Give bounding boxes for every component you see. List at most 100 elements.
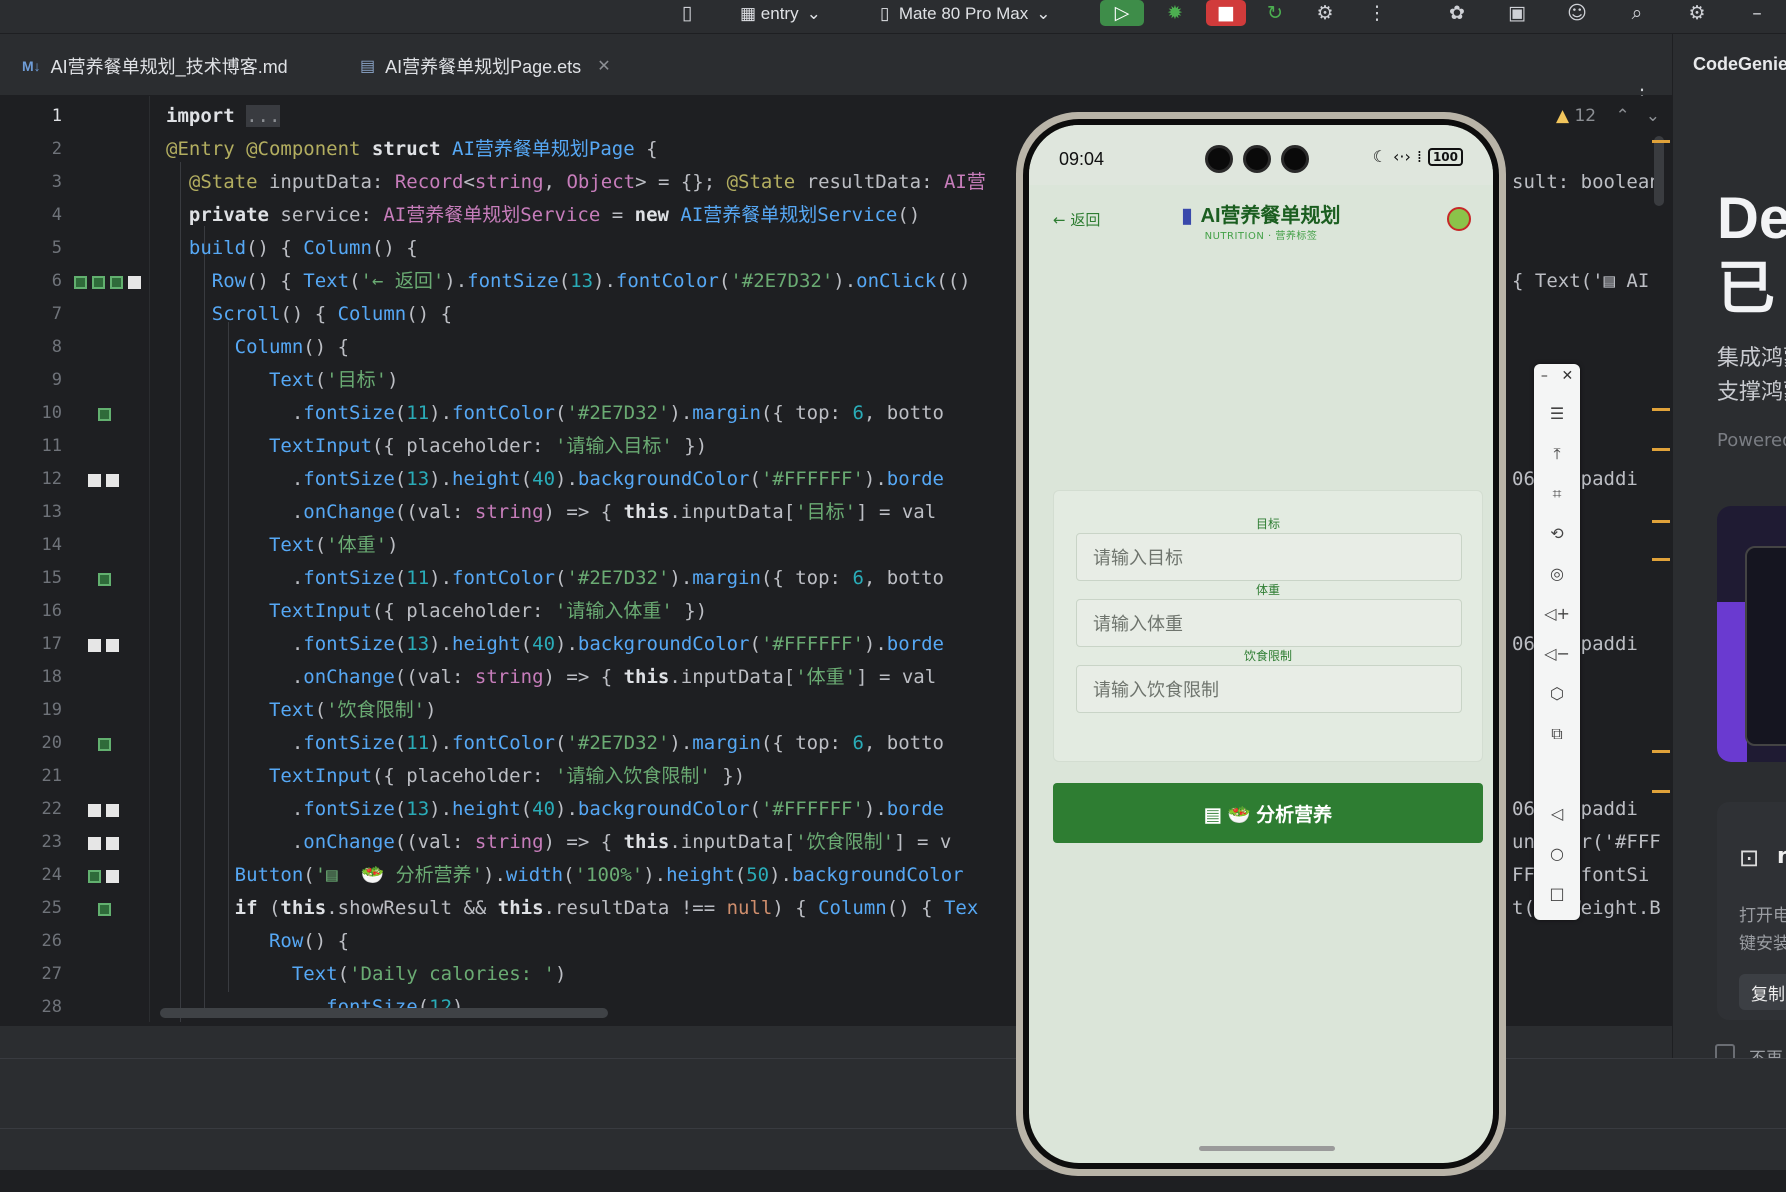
editor-tabs: M↓ AI营养餐单规划Page.ets AI营养餐单规划_技术博客.md ▤ A… — [0, 34, 1672, 130]
code-text: private service: AI营养餐单规划Service = new A… — [188, 204, 921, 226]
goal-input[interactable]: 请输入目标 — [1076, 533, 1462, 581]
line-number: 15 — [41, 568, 62, 588]
line-number: 7 — [51, 304, 62, 324]
change-marker[interactable] — [106, 837, 119, 850]
marker[interactable] — [1652, 558, 1670, 561]
change-marker[interactable] — [88, 804, 101, 817]
code-text: Row() { Text('← 返回').fontSize(13).fontCo… — [211, 270, 971, 292]
tab-page-ets[interactable]: ▤ AI营养餐单规划Page.ets ✕ — [360, 48, 611, 84]
line-number: 12 — [41, 469, 62, 489]
home-nav-icon[interactable]: ○ — [1534, 844, 1580, 863]
code-text: Text('目标') — [268, 369, 399, 391]
device-selector[interactable]: ▯ Mate 80 Pro Max ⌄ — [880, 0, 1051, 28]
shake-icon[interactable]: ⬡ — [1534, 684, 1580, 703]
change-marker[interactable] — [106, 870, 119, 883]
change-marker[interactable] — [74, 276, 87, 289]
debug-icon[interactable]: ✹ — [1158, 0, 1192, 26]
promo-image — [1717, 506, 1786, 762]
tab-blog-md[interactable]: M↓ AI营养餐单规划Page.ets AI营养餐单规划_技术博客.md — [22, 48, 288, 84]
run-icon[interactable]: ▷ — [1100, 0, 1144, 26]
minimize-icon[interactable]: – — [1740, 0, 1774, 26]
change-marker[interactable] — [106, 804, 119, 817]
code-text: Scroll() { Column() { — [211, 303, 453, 325]
powered-by: Powered — [1717, 430, 1786, 451]
line-number: 4 — [51, 205, 62, 225]
crop-icon[interactable]: ⌗ — [1534, 484, 1580, 504]
volume-down-icon[interactable]: ◁− — [1534, 644, 1580, 663]
code-text: Text('Daily calories: ') — [291, 963, 567, 985]
change-marker[interactable] — [88, 474, 101, 487]
back-nav-icon[interactable]: ◁ — [1534, 804, 1580, 823]
editor-hscrollbar[interactable] — [160, 1008, 608, 1018]
recent-nav-icon[interactable]: □ — [1534, 884, 1580, 903]
change-marker[interactable] — [88, 639, 101, 652]
code-text: if (this.showResult && this.resultData !… — [234, 897, 979, 919]
change-marker[interactable] — [98, 903, 111, 916]
line-number: 28 — [41, 997, 62, 1017]
line-number: 3 — [51, 172, 62, 192]
code-text: .fontSize(11).fontColor('#2E7D32').margi… — [166, 567, 944, 589]
home-indicator[interactable] — [1199, 1146, 1335, 1151]
code-text: .fontSize(13).height(40).backgroundColor… — [166, 468, 944, 490]
menu-icon[interactable]: ☰ — [1534, 404, 1580, 423]
diet-limit-input[interactable]: 请输入饮食限制 — [1076, 665, 1462, 713]
profile-icon[interactable]: ⚙ — [1308, 0, 1342, 26]
moon-icon: ☾ — [1372, 147, 1387, 166]
code-text: Row() { — [268, 930, 350, 952]
goal-label: 目标 — [1255, 517, 1280, 531]
change-marker[interactable] — [92, 276, 105, 289]
rotate-icon[interactable]: ⟲ — [1534, 524, 1580, 543]
marker[interactable] — [1652, 520, 1670, 523]
more-icon[interactable]: ⋮ — [1360, 0, 1394, 26]
minimize-icon[interactable]: – — [1541, 368, 1548, 384]
code-text: @State inputData: Record<string, Object>… — [188, 171, 986, 193]
change-marker[interactable] — [110, 276, 123, 289]
settings-icon[interactable]: ✿ — [1440, 0, 1474, 26]
line-number: 13 — [41, 502, 62, 522]
pin-top-icon[interactable]: ⤒ — [1534, 444, 1580, 464]
editor-vscrollbar[interactable] — [1654, 136, 1664, 206]
code-text: .fontSize(11).fontColor('#2E7D32').margi… — [166, 732, 944, 754]
module-selector[interactable]: ▦ entry ⌄ — [740, 0, 821, 28]
marker[interactable] — [1652, 140, 1670, 143]
marker[interactable] — [1652, 750, 1670, 753]
device-icon[interactable]: ▯ — [670, 0, 704, 26]
line-number: 22 — [41, 799, 62, 819]
copy-button[interactable]: 复制 — [1739, 974, 1786, 1010]
volume-up-icon[interactable]: ◁+ — [1534, 604, 1580, 623]
fold-icon[interactable]: ⧉ — [1534, 724, 1580, 744]
warning-indicator[interactable]: ▲ 12 ⌃ ⌄ — [1556, 106, 1660, 126]
analyze-button[interactable]: ▤ 🥗 分析营养 — [1053, 783, 1483, 843]
weight-input[interactable]: 请输入体重 — [1076, 599, 1462, 647]
gear-icon[interactable]: ⚙ — [1680, 0, 1714, 26]
change-marker[interactable] — [98, 408, 111, 421]
marker[interactable] — [1652, 408, 1670, 411]
close-icon[interactable]: ✕ — [597, 56, 610, 76]
stop-icon[interactable]: ■ — [1206, 0, 1246, 26]
change-marker[interactable] — [106, 474, 119, 487]
code-text: import ... — [166, 105, 281, 127]
change-marker[interactable] — [106, 639, 119, 652]
battery-icon: 100 — [1427, 147, 1463, 166]
change-marker[interactable] — [98, 573, 111, 586]
code-text: .onChange((val: string) => { this.inputD… — [166, 501, 937, 523]
install-card: ⊡ n 打开电键安装 复制 — [1717, 802, 1786, 1020]
change-marker[interactable] — [88, 837, 101, 850]
change-marker[interactable] — [88, 870, 101, 883]
close-icon[interactable]: ✕ — [1561, 368, 1573, 384]
marker[interactable] — [1652, 448, 1670, 451]
line-number: 26 — [41, 931, 62, 951]
dont-show-checkbox[interactable] — [1715, 1044, 1735, 1058]
account-icon[interactable]: ☺ — [1560, 0, 1594, 26]
line-number: 18 — [41, 667, 62, 687]
page-subtitle: NUTRITION · 营养标签 — [1204, 231, 1318, 242]
marker[interactable] — [1652, 790, 1670, 793]
change-marker[interactable] — [128, 276, 141, 289]
screenshot-icon[interactable]: ◎ — [1534, 564, 1580, 583]
diet-limit-label: 饮食限制 — [1243, 649, 1292, 663]
sync-icon[interactable]: ↻ — [1258, 0, 1292, 26]
change-marker[interactable] — [98, 738, 111, 751]
signal-icon: ⁞ — [1416, 147, 1422, 166]
layout-icon[interactable]: ▣ — [1500, 0, 1534, 26]
search-icon[interactable]: ⌕ — [1620, 0, 1654, 26]
